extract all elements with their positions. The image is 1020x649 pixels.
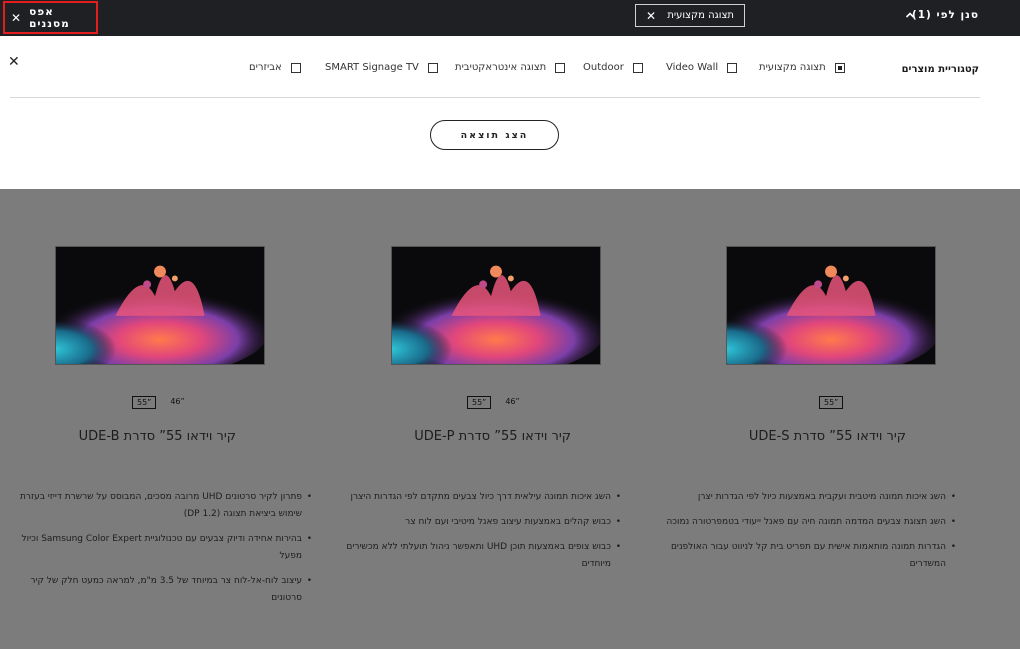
close-panel-icon[interactable]: ✕ [8, 54, 20, 70]
splash-image [392, 247, 600, 364]
size-option-46[interactable]: 46” [501, 396, 523, 409]
filter-option-label: Video Wall [666, 62, 719, 73]
remove-chip-icon[interactable]: ✕ [646, 10, 656, 22]
feature-item: עיצוב לוח-אל-לוח צר במיוחד של 3.5 מ"מ, ל… [12, 573, 312, 607]
product-image[interactable] [726, 246, 936, 365]
checkbox[interactable] [290, 62, 301, 73]
feature-item: כבוש צופים באמצעות תוכן UHD ותאפשר ניהול… [331, 539, 621, 573]
active-filter-label: תצוגה מקצועית [667, 10, 734, 21]
feature-item: בהירות אחידה ודיוק צבעים עם טכנולוגיית S… [12, 531, 312, 565]
checkbox[interactable] [834, 62, 845, 73]
splash-image [56, 247, 264, 364]
close-icon: ✕ [11, 10, 23, 25]
feature-item: השג איכות תמונה עילאית דרך כיול צבעים מת… [331, 489, 622, 506]
size-option-55[interactable]: 55” [467, 396, 492, 409]
top-filter-bar: ✕ אפס מסננים ✕ תצוגה מקצועית סנן לפי (1) [0, 0, 1020, 36]
filter-option-label: תצוגה אינטראקטיבית [455, 62, 547, 73]
feature-item: הגדרות תמונה מותאמות אישית עם תפריט בית … [666, 539, 956, 573]
size-selector: 55” [819, 396, 844, 409]
filter-option-label: תצוגה מקצועית [759, 62, 826, 73]
filter-option-smart-signage[interactable]: SMART Signage TV [325, 62, 438, 73]
panel-divider [10, 97, 980, 98]
show-results-button[interactable]: הצג תוצאה [430, 120, 559, 150]
filter-option-interactive-display[interactable]: תצוגה אינטראקטיבית [455, 62, 566, 73]
checkbox[interactable] [632, 62, 643, 73]
size-selector: 55” 46” [467, 396, 524, 409]
filter-option-accessories[interactable]: אביזרים [249, 62, 301, 73]
size-option-55[interactable]: 55” [132, 396, 157, 409]
product-title[interactable]: קיר וידאו 55” סדרת UDE-S [749, 429, 906, 444]
checkbox[interactable] [427, 62, 438, 73]
feature-list: פתרון לקיר סרטונים UHD מרובה מסכים, המבו… [12, 489, 312, 615]
feature-item: השג איכות תמונה מיטבית ועקבית באמצעות כי… [666, 489, 956, 506]
filter-option-label: SMART Signage TV [325, 62, 419, 73]
filter-option-video-wall[interactable]: Video Wall [666, 62, 738, 73]
product-image[interactable] [55, 246, 265, 365]
feature-item: כבוש קהלים באמצעות עיצוב פאנל מיטיבי ועם… [331, 514, 621, 531]
checkbox[interactable] [727, 62, 738, 73]
product-image[interactable] [391, 246, 601, 365]
feature-item: פתרון לקיר סרטונים UHD מרובה מסכים, המבו… [12, 489, 312, 523]
checkbox[interactable] [555, 62, 566, 73]
reset-filters-label: אפס מסננים [29, 5, 70, 30]
product-title[interactable]: קיר וידאו 55” סדרת UDE-B [79, 429, 236, 444]
product-title[interactable]: קיר וידאו 55” סדרת UDE-P [414, 429, 571, 444]
feature-item: השג תצוגת צבעים המדמה תמונה חיה עם פאנל … [666, 514, 956, 531]
filter-option-outdoor[interactable]: Outdoor [583, 62, 643, 73]
filter-option-professional-display[interactable]: תצוגה מקצועית [759, 62, 845, 73]
filter-by-toggle[interactable]: סנן לפי (1) [912, 9, 979, 21]
splash-image [727, 247, 935, 364]
size-option-55[interactable]: 55” [819, 396, 844, 409]
size-option-46[interactable]: 46” [166, 396, 188, 409]
reset-filters-button[interactable]: ✕ אפס מסננים [3, 1, 98, 34]
filter-option-label: Outdoor [583, 62, 624, 73]
category-title: קטגוריית מוצרים [901, 64, 979, 75]
feature-list: השג איכות תמונה עילאית דרך כיול צבעים מת… [331, 489, 621, 581]
filter-panel: ✕ קטגוריית מוצרים תצוגה מקצועית Video Wa… [0, 36, 1020, 189]
filter-option-label: אביזרים [249, 62, 282, 73]
feature-list: השג איכות תמונה מיטבית ועקבית באמצעות כי… [666, 489, 956, 581]
size-selector: 55” 46” [132, 396, 189, 409]
active-filter-chip[interactable]: ✕ תצוגה מקצועית [635, 4, 745, 27]
